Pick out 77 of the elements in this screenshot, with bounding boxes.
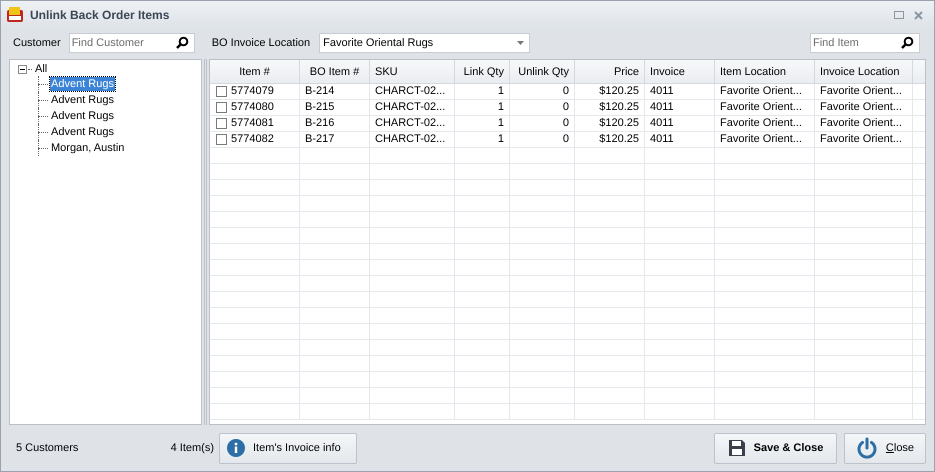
table-cell: 1 (498, 84, 504, 99)
tree-item[interactable]: Morgan, Austin (50, 141, 126, 155)
table-cell: 4011 (650, 100, 674, 115)
table-cell: CHARCT-02... (375, 132, 446, 147)
table-cell: 5774082 (231, 132, 274, 147)
table-cell: 4011 (650, 132, 674, 147)
table-cell: 5774079 (231, 84, 274, 99)
bo-invoice-location-label: BO Invoice Location (212, 36, 310, 51)
row-checkbox[interactable] (216, 102, 227, 113)
table-cell: B-214 (305, 84, 334, 99)
info-icon (227, 439, 245, 457)
table-cell: Favorite Orient... (720, 116, 802, 131)
row-checkbox[interactable] (216, 86, 227, 97)
table-cell: Favorite Orient... (720, 84, 802, 99)
table-cell: 5774081 (231, 116, 274, 131)
table-cell: Favorite Orient... (820, 100, 902, 115)
customer-label: Customer (13, 36, 61, 51)
dropdown-arrow-icon (517, 41, 524, 45)
table-cell: Favorite Orient... (720, 100, 802, 115)
close-button[interactable]: Close (844, 432, 926, 464)
table-cell: Favorite Orient... (820, 132, 902, 147)
row-checkbox[interactable] (216, 118, 227, 129)
power-icon (856, 437, 878, 459)
column-header[interactable]: Item # (210, 60, 300, 83)
table-cell: 1 (498, 100, 504, 115)
table-cell: 1 (498, 116, 504, 131)
table-cell: 1 (498, 132, 504, 147)
column-header[interactable]: Unlink Qty (510, 60, 575, 83)
search-input[interactable]: Find Customer (70, 34, 175, 52)
search-input[interactable]: Find Item (811, 34, 900, 52)
table-cell: $120.25 (599, 132, 639, 147)
tree-item[interactable]: Advent Rugs (50, 93, 115, 107)
item-count: 4 Item(s) (170, 440, 214, 456)
table-cell: B-215 (305, 100, 334, 115)
table-cell: 0 (562, 84, 569, 99)
close-icon[interactable] (914, 10, 923, 20)
table-cell: 4011 (650, 116, 674, 131)
column-header[interactable]: BO Item # (300, 60, 370, 83)
table-cell: Favorite Orient... (720, 132, 802, 147)
table-cell: 0 (562, 132, 569, 147)
collapse-icon[interactable] (18, 64, 27, 74)
column-header[interactable]: Link Qty (455, 60, 510, 83)
column-header[interactable]: Price (575, 60, 645, 83)
tree-item[interactable]: Advent Rugs (50, 77, 115, 91)
table-cell: B-216 (305, 116, 334, 131)
table-cell: 5774080 (231, 100, 274, 115)
table-cell: $120.25 (599, 84, 639, 99)
row-checkbox[interactable] (216, 134, 227, 145)
app-logo-icon (6, 6, 24, 24)
search-field[interactable]: Find Customer (68, 33, 195, 53)
tree-item[interactable]: All (34, 60, 48, 78)
customer-count: 5 Customers (16, 440, 80, 456)
table-cell: $120.25 (599, 116, 639, 131)
table-cell: 4011 (650, 84, 674, 99)
minimize-icon[interactable] (894, 11, 904, 19)
column-header[interactable]: SKU (370, 60, 455, 83)
table-cell: B-217 (305, 132, 334, 147)
save-close-button[interactable]: Save & Close (714, 432, 837, 464)
tree-item[interactable]: Advent Rugs (50, 125, 115, 139)
search-icon (174, 36, 189, 50)
search-field[interactable]: Find Item (810, 33, 920, 53)
table-cell: $120.25 (599, 100, 639, 115)
tree-item[interactable]: Advent Rugs (50, 109, 115, 123)
location-dropdown[interactable]: Favorite Oriental Rugs (319, 33, 530, 53)
table-cell: CHARCT-02... (375, 84, 446, 99)
table-cell: 0 (562, 116, 569, 131)
invoice-info-button[interactable]: Item's Invoice info (219, 432, 357, 464)
search-icon (900, 36, 914, 50)
table-cell: CHARCT-02... (375, 100, 446, 115)
window-title: Unlink Back Order Items (30, 7, 170, 24)
column-header[interactable]: Invoice (645, 60, 715, 83)
column-header[interactable]: Item Location (715, 60, 815, 83)
table-cell: Favorite Orient... (820, 84, 902, 99)
table-cell: Favorite Orient... (820, 116, 902, 131)
table-cell: CHARCT-02... (375, 116, 446, 131)
column-header[interactable]: Invoice Location (815, 60, 913, 83)
table-cell: 0 (562, 100, 569, 115)
